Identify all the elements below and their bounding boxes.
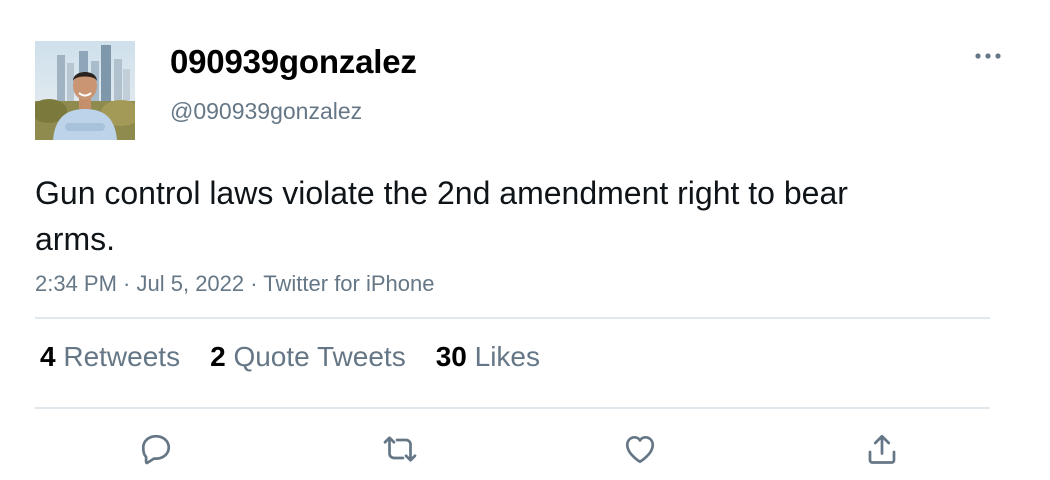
retweets-stat[interactable]: 4 Retweets (40, 341, 180, 373)
tweet-text: Gun control laws violate the 2nd amendme… (35, 175, 848, 257)
quote-tweets-count: 2 (210, 341, 226, 372)
tweet-time[interactable]: 2:34 PM (35, 271, 117, 296)
user-handle[interactable]: @090939gonzalez (170, 98, 362, 125)
like-button[interactable] (620, 429, 660, 469)
tweet-metadata: 2:34 PM · Jul 5, 2022 · Twitter for iPho… (35, 271, 434, 297)
likes-stat[interactable]: 30 Likes (436, 341, 540, 373)
divider (35, 317, 990, 319)
share-icon (868, 434, 896, 464)
divider (35, 407, 990, 409)
more-options-button[interactable] (972, 46, 1004, 66)
quote-tweets-stat[interactable]: 2 Quote Tweets (210, 341, 406, 373)
avatar-image (35, 41, 135, 140)
avatar[interactable] (35, 41, 135, 140)
engagement-stats: 4 Retweets 2 Quote Tweets 30 Likes (40, 341, 570, 373)
likes-count: 30 (435, 341, 467, 372)
tweet-source[interactable]: Twitter for iPhone (263, 271, 434, 296)
tweet-date[interactable]: Jul 5, 2022 (137, 271, 245, 296)
display-name[interactable]: 090939gonzalez (170, 43, 417, 81)
heart-icon (625, 435, 655, 464)
retweet-button[interactable] (380, 429, 420, 469)
likes-label: Likes (474, 341, 541, 372)
meta-separator: · (116, 271, 137, 296)
reply-icon (141, 434, 171, 465)
reply-button[interactable] (136, 429, 176, 469)
quote-tweets-label: Quote Tweets (233, 341, 406, 372)
meta-separator: · (244, 271, 264, 296)
share-button[interactable] (862, 429, 902, 469)
retweets-count: 4 (40, 341, 56, 372)
retweet-icon (383, 436, 417, 462)
more-horizontal-icon (975, 53, 1001, 59)
retweets-label: Retweets (63, 341, 181, 372)
